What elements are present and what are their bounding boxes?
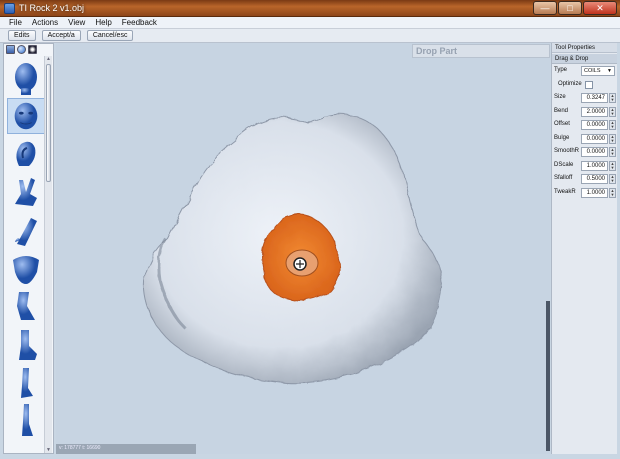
close-button[interactable]: ✕ <box>583 1 617 15</box>
spin-down-icon[interactable]: ▼ <box>610 111 615 116</box>
menu-file[interactable]: File <box>4 17 27 28</box>
spin-down-icon[interactable]: ▼ <box>610 165 615 170</box>
tweakr-field[interactable]: 1.0000 <box>581 187 608 198</box>
rock-mesh[interactable] <box>56 43 550 454</box>
smoothr-field[interactable]: 0.0000 <box>581 147 608 157</box>
type-select[interactable]: COILS ▼ <box>581 66 615 76</box>
cancel-button[interactable]: Cancel/esc <box>86 30 134 41</box>
drop-part-panel: Drop Part <box>412 44 550 58</box>
size-field[interactable]: 0.3247 <box>581 93 608 103</box>
tweakr-label: TweakR <box>554 188 576 195</box>
property-row: Size 0.3247 ▲ ▼ <box>552 91 617 105</box>
type-label: Type <box>554 67 568 73</box>
viewport-scrollbar[interactable] <box>546 301 550 451</box>
offset-field[interactable]: 0.0000 <box>581 120 608 130</box>
ear-part-thumbnail[interactable] <box>7 136 45 172</box>
menu-bar: File Actions View Help Feedback <box>0 17 620 29</box>
foot-part-thumbnail[interactable] <box>7 364 45 400</box>
accept-button[interactable]: Accept/a <box>41 30 81 41</box>
title-bar: TI Rock 2 v1.obj — □ ✕ <box>0 0 620 17</box>
parts-list <box>4 56 46 453</box>
size-label: Size <box>554 94 566 100</box>
drop-part-title: Drop Part <box>416 46 458 56</box>
dscale-spinner[interactable]: ▲ ▼ <box>609 160 616 171</box>
sfalloff-label: Sfalloff <box>554 175 573 181</box>
menu-help[interactable]: Help <box>90 17 116 28</box>
maximize-button[interactable]: □ <box>558 1 582 15</box>
parts-palette: ▲ ▼ <box>3 43 54 454</box>
status-bar: v: 178777 t: 16690 <box>56 444 196 454</box>
scroll-down-icon[interactable]: ▼ <box>46 447 51 453</box>
spin-down-icon[interactable]: ▼ <box>610 98 615 102</box>
drag-drop-section[interactable]: Drag & Drop <box>552 54 617 64</box>
property-row: Offset 0.0000 ▲ ▼ <box>552 118 617 132</box>
type-select-value: COILS <box>584 68 601 74</box>
torso-part-thumbnail[interactable] <box>7 250 45 286</box>
bulge-label: Bulge <box>554 134 570 141</box>
smoothr-spinner[interactable]: ▲ ▼ <box>609 147 616 157</box>
palette-scroll-thumb[interactable] <box>46 64 51 182</box>
dscale-field[interactable]: 1.0000 <box>581 160 608 171</box>
leg-lower-part-thumbnail[interactable] <box>7 402 45 438</box>
window-title: TI Rock 2 v1.obj <box>19 3 85 13</box>
tool-properties-header: Tool Properties <box>552 43 617 53</box>
spin-down-icon[interactable]: ▼ <box>610 152 615 156</box>
offset-spinner[interactable]: ▲ ▼ <box>609 120 616 130</box>
sfalloff-spinner[interactable]: ▲ ▼ <box>609 174 616 184</box>
optimize-label: Optimize <box>558 80 582 87</box>
tweakr-spinner[interactable]: ▲ ▼ <box>609 187 616 198</box>
property-row: Bulge 0.0000 ▲ ▼ <box>552 132 617 146</box>
head-part-thumbnail[interactable] <box>7 60 45 96</box>
status-text: v: 178777 t: 16690 <box>59 445 101 451</box>
palette-scrollbar[interactable]: ▲ ▼ <box>44 56 52 453</box>
material-tab-icon[interactable] <box>28 45 37 54</box>
size-spinner[interactable]: ▲ ▼ <box>609 93 616 103</box>
finger-part-thumbnail[interactable] <box>7 212 45 248</box>
face-part-thumbnail[interactable] <box>7 98 45 134</box>
property-row: TweakR 1.0000 ▲ ▼ <box>552 186 617 200</box>
property-row: SmoothR 0.0000 ▲ ▼ <box>552 145 617 159</box>
app-icon <box>4 3 15 14</box>
bulge-spinner[interactable]: ▲ ▼ <box>609 133 616 144</box>
spin-down-icon[interactable]: ▼ <box>610 125 615 129</box>
3d-viewport[interactable]: Drop Part v: 178777 t: 16690 <box>56 43 550 454</box>
menu-actions[interactable]: Actions <box>27 17 63 28</box>
boot-part-thumbnail[interactable] <box>7 326 45 362</box>
type-row: Type COILS ▼ <box>552 64 617 78</box>
sfalloff-field[interactable]: 0.5000 <box>581 174 608 184</box>
spin-down-icon[interactable]: ▼ <box>610 179 615 183</box>
property-row: Bend 2.0000 ▲ ▼ <box>552 105 617 119</box>
sphere-tab-icon[interactable] <box>17 45 26 54</box>
optimize-checkbox[interactable] <box>585 80 593 89</box>
dscale-label: DScale <box>554 161 574 168</box>
property-row: Sfalloff 0.5000 ▲ ▼ <box>552 172 617 186</box>
tool-properties-panel: Tool Properties Drag & Drop Type COILS ▼… <box>551 43 617 454</box>
chevron-down-icon: ▼ <box>607 68 612 74</box>
bulge-field[interactable]: 0.0000 <box>581 133 608 144</box>
menu-view[interactable]: View <box>63 17 90 28</box>
leg-part-thumbnail[interactable] <box>7 288 45 324</box>
smoothr-label: SmoothR <box>554 148 580 154</box>
hand-part-thumbnail[interactable] <box>7 174 45 210</box>
spin-down-icon[interactable]: ▼ <box>610 138 615 143</box>
mesh-tab-icon[interactable] <box>6 45 15 54</box>
scroll-up-icon[interactable]: ▲ <box>46 56 51 62</box>
edits-button[interactable]: Edits <box>8 30 36 41</box>
property-row: DScale 1.0000 ▲ ▼ <box>552 159 617 173</box>
bend-spinner[interactable]: ▲ ▼ <box>609 106 616 117</box>
spin-down-icon[interactable]: ▼ <box>610 192 615 197</box>
bend-field[interactable]: 2.0000 <box>581 106 608 117</box>
bend-label: Bend <box>554 107 569 114</box>
minimize-button[interactable]: — <box>533 1 557 15</box>
menu-feedback[interactable]: Feedback <box>117 17 162 28</box>
offset-label: Offset <box>554 121 570 127</box>
toolbar: Edits Accept/a Cancel/esc <box>0 29 620 43</box>
optimize-row: Optimize <box>552 78 617 92</box>
